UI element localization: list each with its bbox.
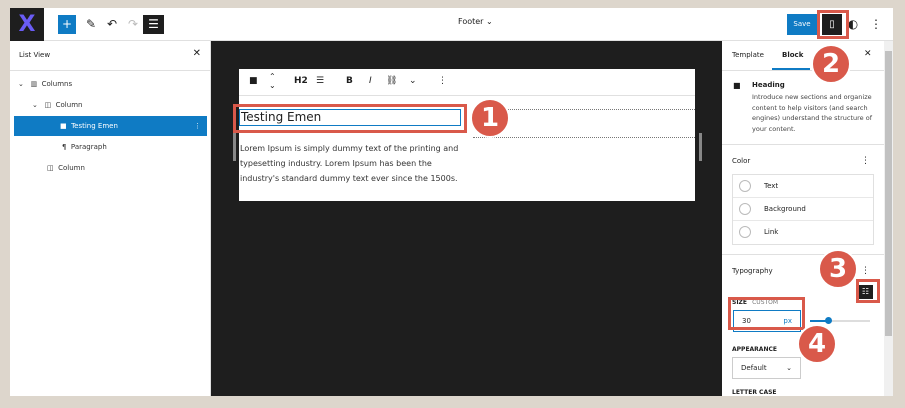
close-icon[interactable]: ✕ [864,49,872,59]
annotation-badge-3: 3 [818,249,858,289]
page-content: ■ ⌃ ⌄ H2 ☰ B I ⛓ ⌄ ⋮ Testing Emen Lorem I… [239,69,695,201]
option-label: Link [764,228,779,236]
chevron-down-icon[interactable]: ⌄ [409,76,417,86]
editor-canvas: ■ ⌃ ⌄ H2 ☰ B I ⛓ ⌄ ⋮ Testing Emen Lorem I… [211,41,722,396]
paragraph-block[interactable]: Lorem Ipsum is simply dummy text of the … [240,141,470,186]
divider [473,137,695,138]
annotation-box-3 [856,279,880,303]
list-item[interactable]: ⌄ ▥ Columns [18,74,72,94]
appearance-select[interactable]: Default ⌄ [732,357,801,379]
more-options-icon[interactable]: ⋮ [438,76,447,86]
list-item-selected[interactable]: ■ Testing Emen ⋮ [14,116,207,136]
options-icon[interactable]: ⋮ [861,156,870,166]
item-label: Testing Emen [71,122,118,130]
tab-block[interactable]: Block [782,51,803,59]
link-icon[interactable]: ⛓ [386,76,397,86]
bold-button[interactable]: B [346,76,353,86]
tab-template[interactable]: Template [732,51,764,59]
options-icon[interactable]: ⋮ [861,266,870,276]
redo-icon[interactable]: ↷ [126,15,140,34]
empty-swatch-icon [739,226,751,238]
list-item[interactable]: ◫ Column [47,158,85,178]
save-button[interactable]: Save [787,14,817,35]
block-toolbar: ■ ⌃ ⌄ H2 ☰ B I ⛓ ⌄ ⋮ [239,69,695,96]
list-view-toggle-icon[interactable]: ☰ [143,15,164,34]
options-menu-icon[interactable]: ⋮ [870,15,882,34]
sidebar-scrollbar[interactable] [884,41,893,396]
add-block-button[interactable]: + [58,15,76,34]
slider-thumb[interactable] [825,317,832,324]
annotation-badge-2: 2 [811,44,851,84]
site-logo[interactable]: X [10,8,44,41]
bookmark-icon: ■ [733,81,741,90]
annotation-badge-1: 1 [470,98,510,138]
appearance-value: Default [741,364,767,372]
move-up-down-icon[interactable]: ⌃ ⌄ [269,72,276,90]
close-icon[interactable]: ✕ [193,48,201,59]
italic-button[interactable]: I [369,76,372,86]
document-title[interactable]: Footer ⌄ [458,17,493,26]
item-label: Paragraph [70,143,107,151]
annotation-box-1 [233,104,467,133]
option-label: Background [764,205,806,213]
block-description: Introduce new sections and organize cont… [752,93,872,133]
column-icon: ◫ [47,164,54,172]
title-text: Footer [458,17,484,26]
list-item[interactable]: ⌄ ◫ Column [32,95,82,115]
empty-swatch-icon [739,203,751,215]
list-view-panel: List View ✕ ⌄ ▥ Columns ⌄ ◫ Column ■ Test… [10,41,211,396]
editor-app: X + ✎ ↶ ↷ ☰ Footer ⌄ Save ▯ ◐ ⋮ List Vie… [10,8,893,396]
bookmark-icon: ■ [60,122,67,130]
font-size-slider[interactable] [810,317,870,324]
chevron-down-icon: ⌄ [786,364,792,372]
chevron-down-icon: ⌄ [18,80,24,88]
list-item[interactable]: ¶ Paragraph [62,137,107,157]
column-icon: ◫ [44,101,52,109]
heading-level-button[interactable]: H2 [294,76,308,86]
annotation-box-2 [817,10,849,39]
options-icon[interactable]: ⋮ [194,116,201,136]
bookmark-icon[interactable]: ■ [249,76,258,86]
paragraph-icon: ¶ [62,143,67,151]
active-tab-indicator [772,68,810,70]
resize-handle[interactable] [699,133,702,161]
edit-pencil-icon[interactable]: ✎ [84,15,98,34]
columns-icon: ▥ [30,80,38,88]
top-toolbar: X + ✎ ↶ ↷ ☰ Footer ⌄ Save ▯ ◐ ⋮ [10,8,893,41]
color-option-link[interactable]: Link [733,221,873,244]
color-option-background[interactable]: Background [733,198,873,221]
block-name: Heading [752,81,785,89]
item-label: Column [55,101,83,109]
annotation-box-4 [728,297,805,330]
empty-swatch-icon [739,180,751,192]
resize-handle[interactable] [233,133,236,161]
item-label: Columns [41,80,73,88]
undo-icon[interactable]: ↶ [105,15,119,34]
option-label: Text [764,182,779,190]
chevron-down-icon: ⌄ [32,101,38,109]
item-label: Column [58,164,85,172]
color-option-text[interactable]: Text [733,175,873,198]
align-icon[interactable]: ☰ [316,76,324,86]
chevron-down-icon: ⌄ [486,17,493,26]
list-view-title: List View [19,51,51,59]
letter-case-label: LETTER CASE [732,389,777,396]
annotation-badge-4: 4 [797,324,837,364]
color-section-title: Color [732,157,751,165]
